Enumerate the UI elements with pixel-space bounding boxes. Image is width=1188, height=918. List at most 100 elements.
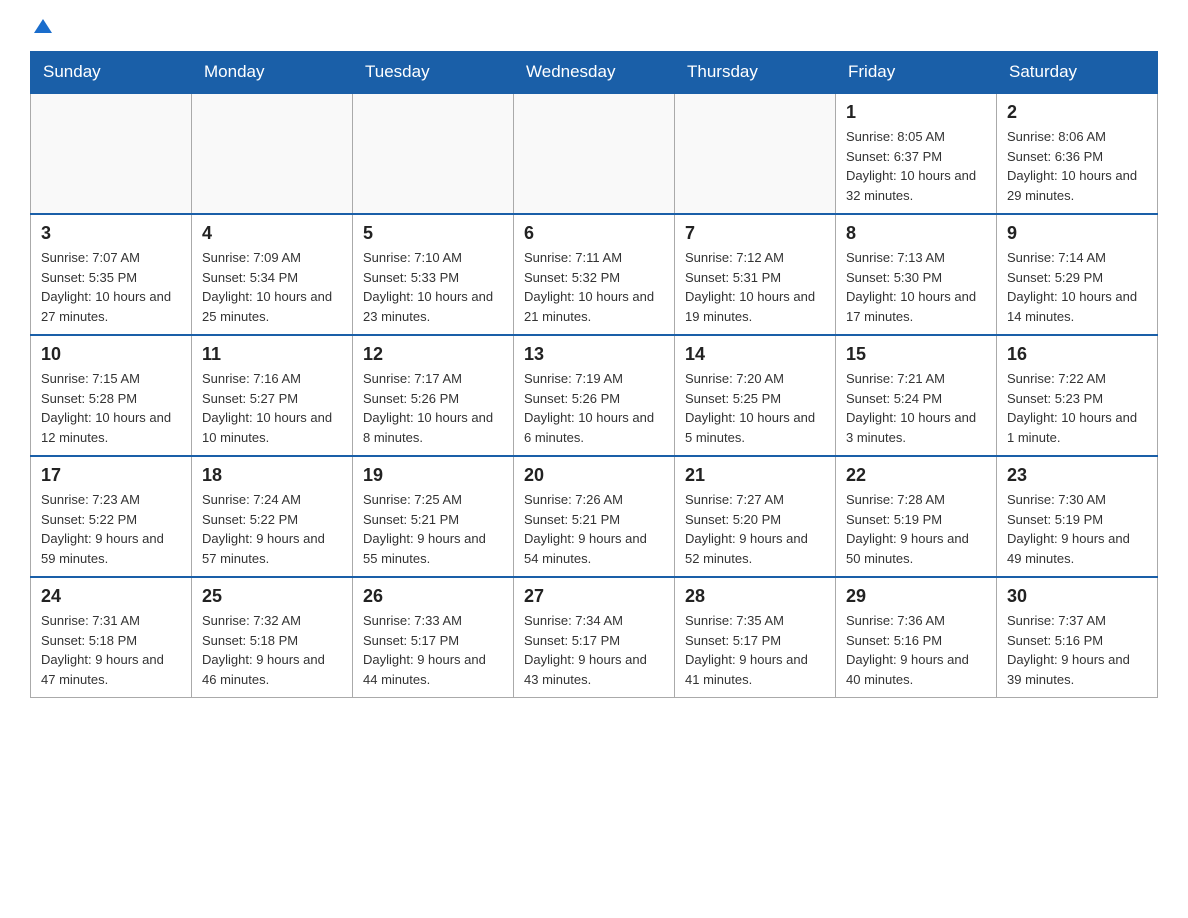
calendar-cell: 28 Sunrise: 7:35 AMSunset: 5:17 PMDayligh… [675,577,836,698]
day-info: Sunrise: 7:36 AMSunset: 5:16 PMDaylight:… [846,611,986,689]
day-number: 20 [524,465,664,486]
day-number: 3 [41,223,181,244]
day-info: Sunrise: 7:12 AMSunset: 5:31 PMDaylight:… [685,248,825,326]
calendar-cell: 29 Sunrise: 7:36 AMSunset: 5:16 PMDayligh… [836,577,997,698]
calendar-week-2: 10Sunrise: 7:15 AMSunset: 5:28 PMDayligh… [31,335,1158,456]
day-info: Sunrise: 7:26 AMSunset: 5:21 PMDaylight:… [524,490,664,568]
day-number: 12 [363,344,503,365]
day-info: Sunrise: 7:24 AMSunset: 5:22 PMDaylight:… [202,490,342,568]
calendar-week-0: 1 Sunrise: 8:05 AMSunset: 6:37 PMDaylight… [31,93,1158,214]
day-number: 26 [363,586,503,607]
calendar-cell: 1 Sunrise: 8:05 AMSunset: 6:37 PMDaylight… [836,93,997,214]
day-info: Sunrise: 7:33 AMSunset: 5:17 PMDaylight:… [363,611,503,689]
calendar-cell [192,93,353,214]
day-info: Sunrise: 7:22 AMSunset: 5:23 PMDaylight:… [1007,369,1147,447]
day-number: 21 [685,465,825,486]
day-number: 28 [685,586,825,607]
day-number: 27 [524,586,664,607]
calendar-cell [514,93,675,214]
weekday-header-row: SundayMondayTuesdayWednesdayThursdayFrid… [31,52,1158,94]
day-number: 29 [846,586,986,607]
calendar-cell: 30Sunrise: 7:37 AMSunset: 5:16 PMDayligh… [997,577,1158,698]
calendar-cell: 5 Sunrise: 7:10 AMSunset: 5:33 PMDaylight… [353,214,514,335]
day-number: 13 [524,344,664,365]
calendar-table: SundayMondayTuesdayWednesdayThursdayFrid… [30,51,1158,698]
day-info: Sunrise: 7:27 AMSunset: 5:20 PMDaylight:… [685,490,825,568]
calendar-cell: 20 Sunrise: 7:26 AMSunset: 5:21 PMDayligh… [514,456,675,577]
day-number: 24 [41,586,181,607]
day-number: 8 [846,223,986,244]
day-number: 23 [1007,465,1147,486]
day-info: Sunrise: 7:17 AMSunset: 5:26 PMDaylight:… [363,369,503,447]
weekday-header-sunday: Sunday [31,52,192,94]
calendar-cell: 26 Sunrise: 7:33 AMSunset: 5:17 PMDayligh… [353,577,514,698]
calendar-week-1: 3Sunrise: 7:07 AMSunset: 5:35 PMDaylight… [31,214,1158,335]
day-info: Sunrise: 7:16 AMSunset: 5:27 PMDaylight:… [202,369,342,447]
day-number: 7 [685,223,825,244]
calendar-cell: 9Sunrise: 7:14 AMSunset: 5:29 PMDaylight… [997,214,1158,335]
day-number: 2 [1007,102,1147,123]
weekday-header-friday: Friday [836,52,997,94]
day-info: Sunrise: 7:21 AMSunset: 5:24 PMDaylight:… [846,369,986,447]
day-number: 5 [363,223,503,244]
day-number: 18 [202,465,342,486]
weekday-header-wednesday: Wednesday [514,52,675,94]
day-info: Sunrise: 7:25 AMSunset: 5:21 PMDaylight:… [363,490,503,568]
calendar-cell: 13 Sunrise: 7:19 AMSunset: 5:26 PMDayligh… [514,335,675,456]
day-number: 30 [1007,586,1147,607]
day-number: 15 [846,344,986,365]
calendar-cell: 27 Sunrise: 7:34 AMSunset: 5:17 PMDayligh… [514,577,675,698]
day-info: Sunrise: 7:30 AMSunset: 5:19 PMDaylight:… [1007,490,1147,568]
calendar-cell: 25 Sunrise: 7:32 AMSunset: 5:18 PMDayligh… [192,577,353,698]
weekday-header-monday: Monday [192,52,353,94]
calendar-cell [675,93,836,214]
day-info: Sunrise: 7:14 AMSunset: 5:29 PMDaylight:… [1007,248,1147,326]
day-number: 17 [41,465,181,486]
logo [30,20,54,31]
day-info: Sunrise: 7:23 AMSunset: 5:22 PMDaylight:… [41,490,181,568]
weekday-header-tuesday: Tuesday [353,52,514,94]
weekday-header-thursday: Thursday [675,52,836,94]
calendar-cell [31,93,192,214]
calendar-cell: 10Sunrise: 7:15 AMSunset: 5:28 PMDayligh… [31,335,192,456]
day-info: Sunrise: 7:34 AMSunset: 5:17 PMDaylight:… [524,611,664,689]
day-number: 25 [202,586,342,607]
weekday-header-saturday: Saturday [997,52,1158,94]
day-number: 11 [202,344,342,365]
calendar-cell: 2 Sunrise: 8:06 AMSunset: 6:36 PMDaylight… [997,93,1158,214]
day-info: Sunrise: 7:10 AMSunset: 5:33 PMDaylight:… [363,248,503,326]
day-info: Sunrise: 7:19 AMSunset: 5:26 PMDaylight:… [524,369,664,447]
page-header [30,20,1158,31]
day-info: Sunrise: 7:13 AMSunset: 5:30 PMDaylight:… [846,248,986,326]
day-number: 16 [1007,344,1147,365]
day-info: Sunrise: 7:32 AMSunset: 5:18 PMDaylight:… [202,611,342,689]
day-info: Sunrise: 7:35 AMSunset: 5:17 PMDaylight:… [685,611,825,689]
day-info: Sunrise: 7:28 AMSunset: 5:19 PMDaylight:… [846,490,986,568]
day-info: Sunrise: 8:05 AMSunset: 6:37 PMDaylight:… [846,127,986,205]
calendar-cell: 3Sunrise: 7:07 AMSunset: 5:35 PMDaylight… [31,214,192,335]
calendar-week-4: 24 Sunrise: 7:31 AMSunset: 5:18 PMDayligh… [31,577,1158,698]
calendar-week-3: 17 Sunrise: 7:23 AMSunset: 5:22 PMDayligh… [31,456,1158,577]
day-info: Sunrise: 8:06 AMSunset: 6:36 PMDaylight:… [1007,127,1147,205]
day-number: 19 [363,465,503,486]
day-number: 4 [202,223,342,244]
day-number: 22 [846,465,986,486]
calendar-cell: 18 Sunrise: 7:24 AMSunset: 5:22 PMDayligh… [192,456,353,577]
calendar-cell [353,93,514,214]
day-info: Sunrise: 7:11 AMSunset: 5:32 PMDaylight:… [524,248,664,326]
calendar-cell: 7 Sunrise: 7:12 AMSunset: 5:31 PMDaylight… [675,214,836,335]
day-number: 1 [846,102,986,123]
calendar-cell: 17 Sunrise: 7:23 AMSunset: 5:22 PMDayligh… [31,456,192,577]
day-info: Sunrise: 7:31 AMSunset: 5:18 PMDaylight:… [41,611,181,689]
day-info: Sunrise: 7:09 AMSunset: 5:34 PMDaylight:… [202,248,342,326]
calendar-cell: 21 Sunrise: 7:27 AMSunset: 5:20 PMDayligh… [675,456,836,577]
calendar-cell: 23 Sunrise: 7:30 AMSunset: 5:19 PMDayligh… [997,456,1158,577]
calendar-cell: 15 Sunrise: 7:21 AMSunset: 5:24 PMDayligh… [836,335,997,456]
day-info: Sunrise: 7:20 AMSunset: 5:25 PMDaylight:… [685,369,825,447]
calendar-cell: 11 Sunrise: 7:16 AMSunset: 5:27 PMDayligh… [192,335,353,456]
calendar-cell: 14Sunrise: 7:20 AMSunset: 5:25 PMDayligh… [675,335,836,456]
day-number: 10 [41,344,181,365]
day-number: 6 [524,223,664,244]
calendar-cell: 19 Sunrise: 7:25 AMSunset: 5:21 PMDayligh… [353,456,514,577]
logo-triangle-icon [32,15,54,37]
